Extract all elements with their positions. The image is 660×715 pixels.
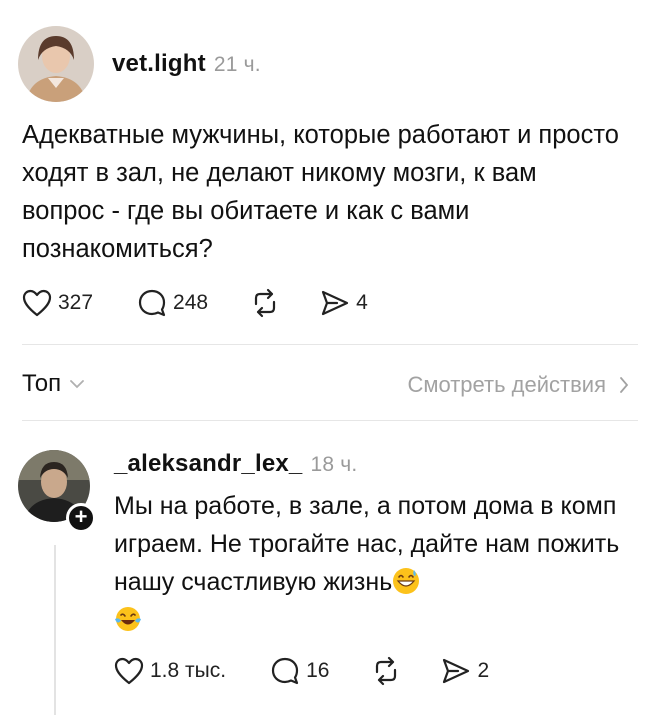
send-icon (321, 290, 349, 316)
see-actions-link[interactable]: Смотреть действия (407, 372, 630, 398)
tears-of-joy-emoji-icon (115, 607, 141, 631)
reply-actions: 1.8 тыс. 16 2 (114, 656, 489, 686)
chevron-down-icon (70, 380, 85, 389)
like-count: 327 (58, 291, 94, 314)
reply-comment-count: 16 (306, 659, 330, 682)
post-author-name[interactable]: vet.light 21 ч. (112, 50, 261, 78)
share-button[interactable]: 4 (320, 289, 368, 317)
post-actions: 327 248 4 (22, 288, 368, 318)
heart-icon (114, 657, 144, 685)
section-divider (22, 420, 638, 421)
repost-icon (376, 656, 397, 686)
reply-author-username[interactable]: _aleksandr_lex_ (114, 450, 302, 477)
send-icon (443, 658, 470, 684)
comment-icon (138, 289, 166, 317)
repost-icon (254, 288, 276, 318)
comment-count: 248 (173, 291, 209, 314)
heart-icon (22, 289, 52, 317)
reply-comment-button[interactable]: 16 (270, 656, 329, 686)
chevron-right-icon (620, 377, 629, 393)
reply-author-name[interactable]: _aleksandr_lex_ 18 ч. (114, 450, 357, 478)
grinning-sweat-emoji-icon (393, 568, 420, 594)
section-divider (22, 344, 638, 345)
reply-body: Мы на работе, в зале, а потом дома в ком… (114, 487, 634, 639)
follow-plus-icon[interactable]: + (66, 503, 96, 533)
reply-timestamp: 18 ч. (310, 453, 358, 476)
thread-line (54, 545, 56, 715)
comment-button[interactable]: 248 (137, 288, 208, 318)
repost-button[interactable] (250, 288, 280, 318)
reply-repost-button[interactable] (371, 656, 401, 686)
post-author-avatar[interactable] (18, 26, 94, 102)
like-button[interactable]: 327 (22, 289, 93, 317)
reply-share-count: 2 (477, 659, 490, 682)
reply-text: Мы на работе, в зале, а потом дома в ком… (114, 492, 620, 596)
see-actions-label: Смотреть действия (407, 372, 606, 397)
sort-dropdown[interactable]: Топ (22, 370, 85, 398)
sort-label: Топ (22, 370, 62, 397)
reply-like-button[interactable]: 1.8 тыс. (114, 657, 226, 685)
post-timestamp: 21 ч. (213, 53, 261, 76)
share-count: 4 (356, 291, 368, 314)
reply-like-count: 1.8 тыс. (150, 659, 227, 682)
post-body: Адекватные мужчины, которые работают и п… (22, 121, 619, 263)
comment-icon (271, 657, 299, 685)
reply-share-button[interactable]: 2 (441, 657, 489, 685)
post-author-username[interactable]: vet.light (112, 50, 206, 77)
